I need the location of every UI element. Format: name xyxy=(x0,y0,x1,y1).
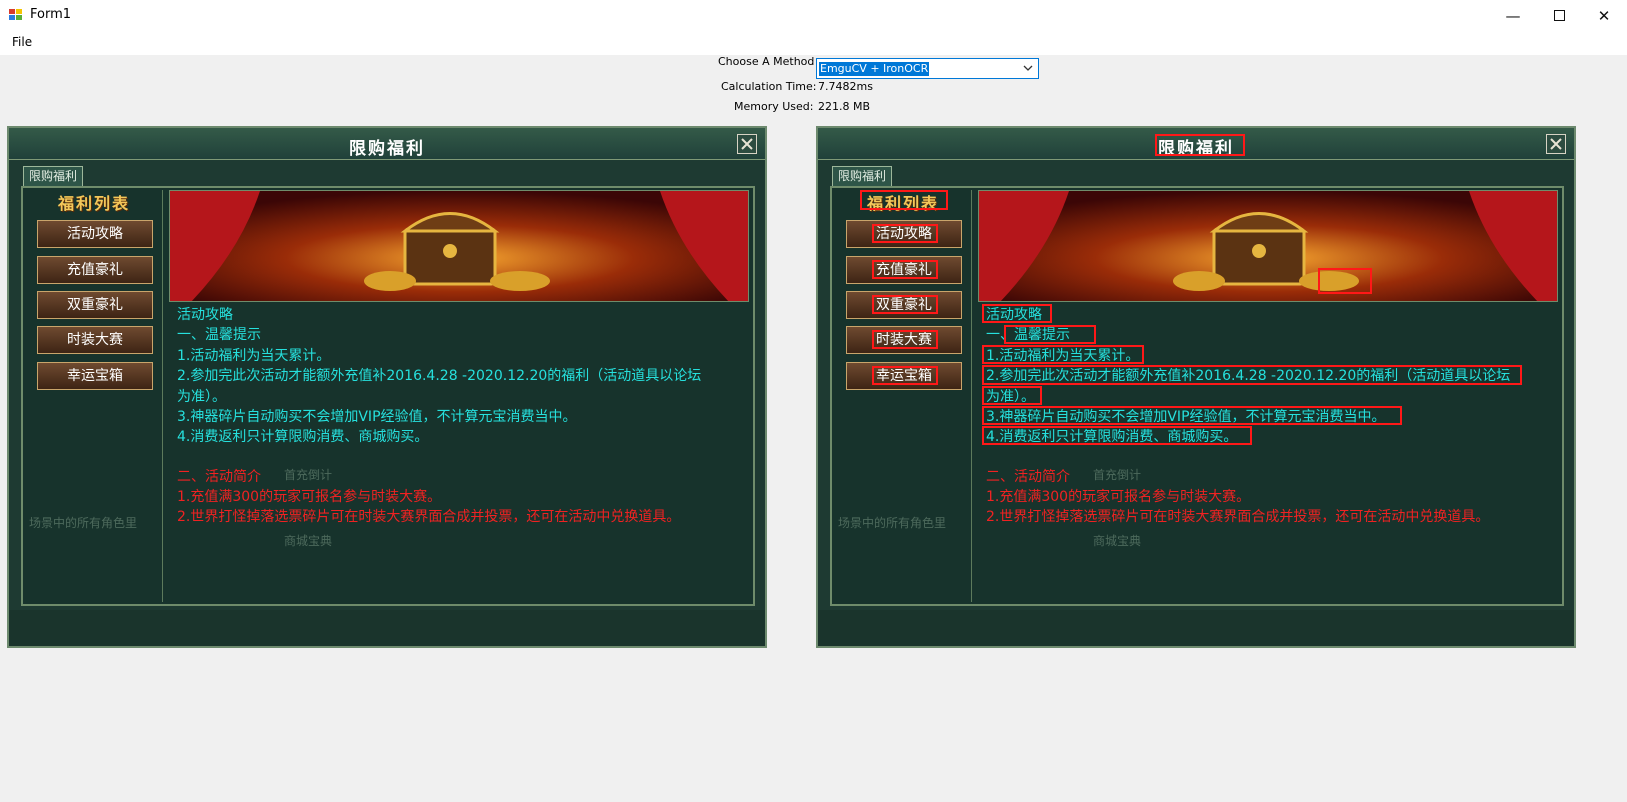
memory-label: Memory Used: xyxy=(734,100,814,113)
close-window-button[interactable]: ✕ xyxy=(1581,0,1627,31)
close-icon xyxy=(1546,134,1566,154)
content-area: 活动攻略 一、温馨提示 1.活动福利为当天累计。 2.参加完此次活动才能额外充值… xyxy=(169,304,749,602)
maximize-button[interactable] xyxy=(1536,0,1582,31)
menu-item: 时装大赛 xyxy=(37,326,153,354)
ocr-box xyxy=(860,190,948,210)
text-line: 一、温馨提示 xyxy=(177,327,261,343)
ocr-box xyxy=(872,330,938,349)
ocr-box xyxy=(982,345,1144,364)
dialog-tab: 限购福利 xyxy=(23,166,83,186)
menu-item: 幸运宝箱 xyxy=(37,362,153,390)
chevron-down-icon xyxy=(1023,65,1033,71)
ocr-box xyxy=(872,366,938,385)
text-line: 3.神器碎片自动购买不会增加VIP经验值，不计算元宝消费当中。 xyxy=(177,409,577,425)
minimize-button[interactable]: — xyxy=(1490,0,1536,31)
ocr-box xyxy=(872,224,938,243)
dialog-footer xyxy=(818,610,1574,646)
calc-time-value: 7.7482ms xyxy=(818,80,873,93)
ocr-box xyxy=(982,426,1252,445)
ocr-box xyxy=(1318,268,1372,294)
banner-image xyxy=(169,190,749,302)
sidebar-title: 福利列表 xyxy=(57,194,130,213)
text-line: 二、活动简介 xyxy=(986,469,1070,485)
form-window: Form1 — ✕ File Choose A Method EmguCV + … xyxy=(0,0,1627,802)
calc-time-label: Calculation Time: xyxy=(721,80,817,93)
ocr-box xyxy=(872,260,938,279)
ocr-box xyxy=(1155,134,1245,156)
window-title: Form1 xyxy=(30,7,72,22)
text-line: 4.消费返利只计算限购消费、商城购买。 xyxy=(177,429,429,445)
close-icon xyxy=(737,134,757,154)
text-line: 1.活动福利为当天累计。 xyxy=(177,348,331,364)
text-line: 2.世界打怪掉落选票碎片可在时装大赛界面合成并投票，还可在活动中兑换道具。 xyxy=(986,509,1490,525)
text-line: 为准）。 xyxy=(177,389,226,405)
text-line: 1.充值满300的玩家可报名参与时装大赛。 xyxy=(986,489,1251,505)
method-select[interactable]: EmguCV + IronOCR xyxy=(816,58,1039,79)
menu-bar: File xyxy=(0,31,1627,55)
treasure-chest-icon xyxy=(979,191,1557,301)
title-bar: Form1 — ✕ xyxy=(0,0,1627,31)
dialog-sidebar xyxy=(25,190,163,602)
menu-file[interactable]: File xyxy=(12,35,32,49)
ocr-box xyxy=(982,304,1052,323)
dialog-tab: 限购福利 xyxy=(832,166,892,186)
ocr-box xyxy=(872,295,938,314)
background-text: 场景中的所有角色里 xyxy=(29,516,138,530)
dialog-sidebar xyxy=(834,190,972,602)
maximize-icon xyxy=(1553,10,1565,21)
method-label: Choose A Method xyxy=(718,55,815,68)
dialog-footer xyxy=(9,610,765,646)
text-line: 2.参加完此次活动才能额外充值补2016.4.28 -2020.12.20的福利… xyxy=(177,368,702,384)
ocr-box xyxy=(1004,325,1096,344)
menu-item: 充值豪礼 xyxy=(37,256,153,284)
menu-item: 活动攻略 xyxy=(37,220,153,248)
text-line: 二、活动简介 xyxy=(177,469,261,485)
memory-value: 221.8 MB xyxy=(818,100,871,113)
app-icon xyxy=(9,9,23,21)
ocr-box xyxy=(982,386,1042,405)
source-image-panel: 限购福利 限购福利 福利列表 活动攻略 充值豪礼 双重豪礼 时装大赛 幸运宝箱 xyxy=(7,126,767,648)
background-text: 场景中的所有角色里 xyxy=(838,516,947,530)
treasure-chest-icon xyxy=(170,191,748,301)
result-image-panel: 限购福利 限购福利 福利列表 活动攻略 充值豪礼 双重豪礼 时装大赛 幸运宝箱 xyxy=(816,126,1576,648)
method-selected-value: EmguCV + IronOCR xyxy=(819,62,930,76)
ocr-box xyxy=(982,406,1402,425)
text-line: 2.世界打怪掉落选票碎片可在时装大赛界面合成并投票，还可在活动中兑换道具。 xyxy=(177,509,681,525)
text-line: 1.充值满300的玩家可报名参与时装大赛。 xyxy=(177,489,442,505)
banner-image xyxy=(978,190,1558,302)
menu-item: 双重豪礼 xyxy=(37,291,153,319)
ocr-box xyxy=(982,365,1522,385)
text-line: 活动攻略 xyxy=(177,307,233,323)
dialog-title: 限购福利 xyxy=(349,139,425,159)
